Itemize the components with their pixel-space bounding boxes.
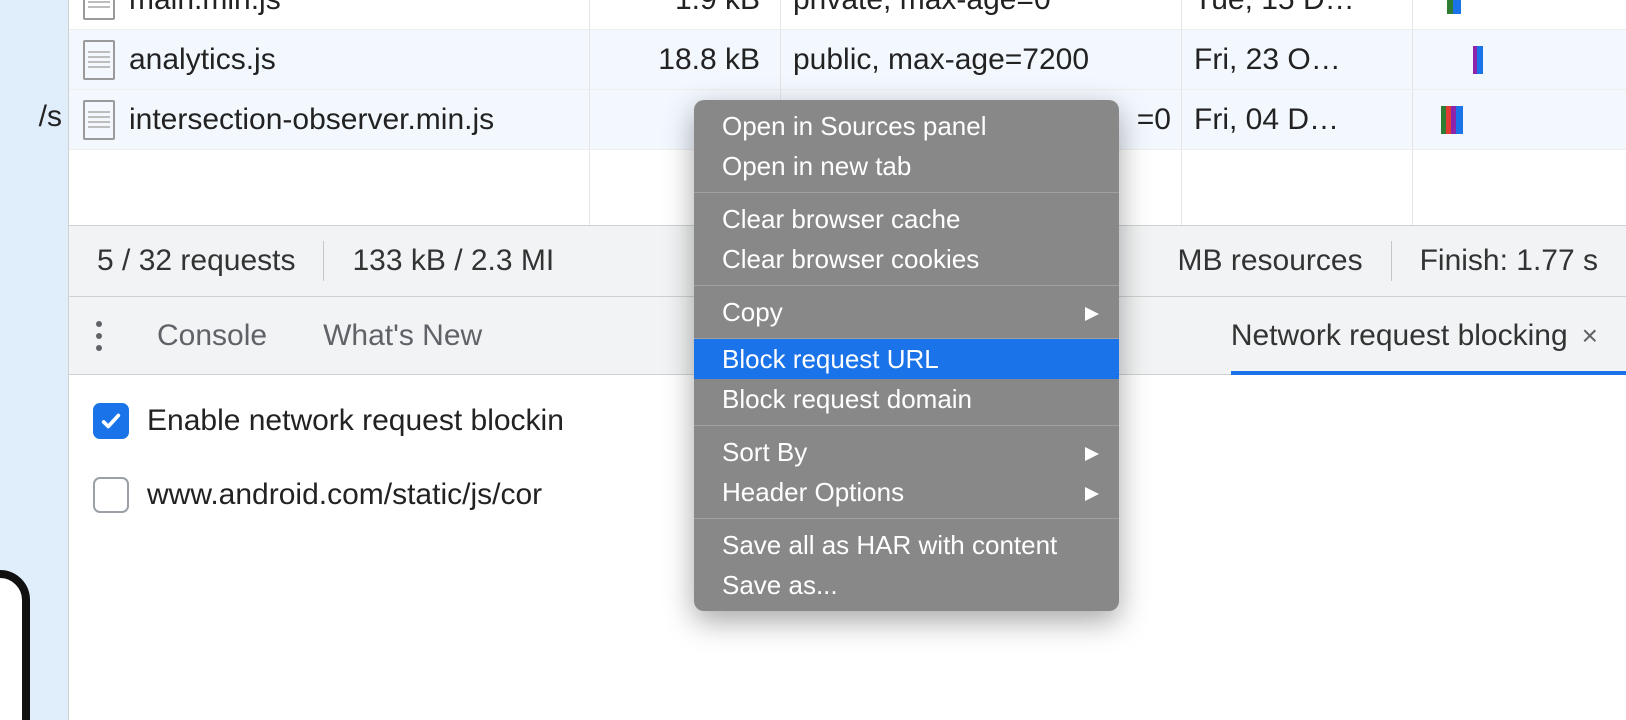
waterfall-cell [1413, 30, 1626, 89]
menu-clear-browser-cache[interactable]: Clear browser cache [694, 199, 1119, 239]
enable-blocking-label: Enable network request blockin [147, 404, 564, 438]
tab-label: Network request blocking [1231, 319, 1568, 353]
date-cell: Fri, 23 O… [1182, 43, 1412, 77]
file-icon [83, 100, 115, 140]
tab-label: What's New [323, 319, 482, 353]
file-name: analytics.js [129, 43, 276, 77]
context-menu: Open in Sources panel Open in new tab Cl… [694, 100, 1119, 611]
menu-copy[interactable]: Copy [694, 292, 1119, 332]
truncated-text: /s [39, 100, 62, 134]
menu-label: Save all as HAR with content [722, 530, 1057, 561]
menu-label: Open in new tab [722, 151, 911, 182]
date-cell: Fri, 04 D… [1182, 103, 1412, 137]
table-row[interactable]: main.min.js 1.9 kB private, max-age=0 Tu… [69, 0, 1626, 30]
tab-whats-new[interactable]: What's New [295, 297, 510, 374]
device-frame-edge [0, 570, 30, 720]
blocking-pattern-label: www.android.com/static/js/cor [147, 478, 542, 512]
cache-cell: private, max-age=0 [781, 0, 1181, 17]
submenu-arrow-icon [1085, 437, 1099, 468]
waterfall-cell [1413, 90, 1626, 149]
size-cell: 18.8 kB [590, 43, 780, 77]
menu-save-as[interactable]: Save as... [694, 565, 1119, 605]
left-gutter: /s [0, 0, 68, 720]
close-icon[interactable]: × [1582, 320, 1598, 352]
tab-network-request-blocking[interactable]: Network request blocking × [1231, 297, 1626, 374]
menu-label: Copy [722, 297, 783, 328]
cache-cell: public, max-age=7200 [781, 43, 1181, 77]
menu-open-in-new-tab[interactable]: Open in new tab [694, 146, 1119, 186]
menu-open-in-sources[interactable]: Open in Sources panel [694, 106, 1119, 146]
menu-block-request-domain[interactable]: Block request domain [694, 379, 1119, 419]
submenu-arrow-icon [1085, 297, 1099, 328]
menu-sort-by[interactable]: Sort By [694, 432, 1119, 472]
menu-clear-browser-cookies[interactable]: Clear browser cookies [694, 239, 1119, 279]
status-resources: MB resources [1178, 244, 1363, 278]
status-finish: Finish: 1.77 s [1420, 244, 1598, 278]
menu-label: Clear browser cookies [722, 244, 979, 275]
checkbox-unchecked-icon[interactable] [93, 477, 129, 513]
file-icon [83, 0, 115, 20]
status-requests: 5 / 32 requests [97, 244, 295, 278]
menu-label: Open in Sources panel [722, 111, 987, 142]
menu-label: Clear browser cache [722, 204, 960, 235]
waterfall-cell [1413, 0, 1626, 29]
menu-label: Block request URL [722, 344, 939, 375]
menu-save-all-as-har[interactable]: Save all as HAR with content [694, 525, 1119, 565]
date-cell: Tue, 15 D… [1182, 0, 1412, 17]
devtools-panel: main.min.js 1.9 kB private, max-age=0 Tu… [68, 0, 1626, 720]
file-icon [83, 40, 115, 80]
menu-block-request-url[interactable]: Block request URL [694, 339, 1119, 379]
status-transferred: 133 kB / 2.3 MI [352, 244, 554, 278]
menu-label: Header Options [722, 477, 904, 508]
size-cell: 1.9 kB [590, 0, 780, 17]
checkbox-checked-icon[interactable] [93, 403, 129, 439]
tab-console[interactable]: Console [129, 297, 295, 374]
menu-header-options[interactable]: Header Options [694, 472, 1119, 512]
more-tabs-button[interactable] [69, 297, 129, 374]
menu-label: Block request domain [722, 384, 972, 415]
file-name: main.min.js [129, 0, 281, 17]
file-name: intersection-observer.min.js [129, 103, 494, 137]
menu-label: Save as... [722, 570, 838, 601]
tab-label: Console [157, 319, 267, 353]
menu-label: Sort By [722, 437, 807, 468]
submenu-arrow-icon [1085, 477, 1099, 508]
table-row[interactable]: analytics.js 18.8 kB public, max-age=720… [69, 30, 1626, 90]
